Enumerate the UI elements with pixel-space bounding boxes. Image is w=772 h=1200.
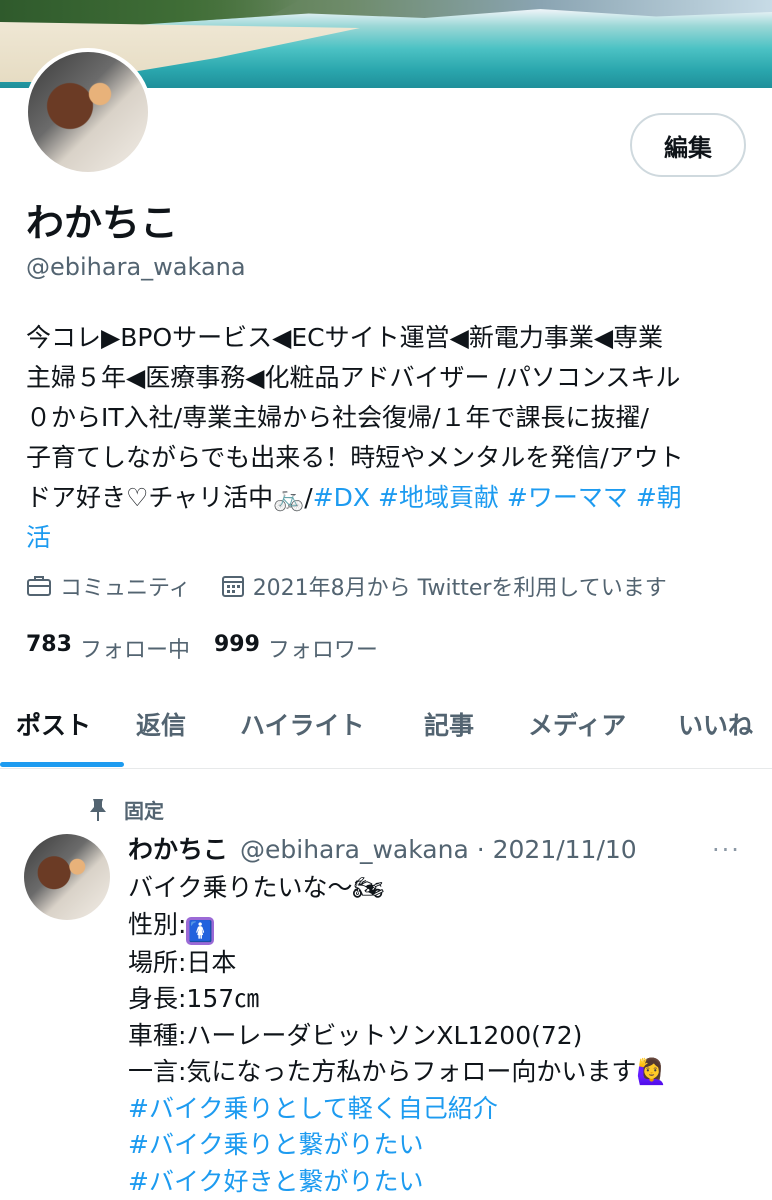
bio-line: 主婦５年◀︎医療事務◀︎化粧品アドバイザー /パソコンスキル — [26, 363, 681, 392]
hashtag-link[interactable]: #ワーママ — [507, 483, 628, 512]
tweet-line: 車種:ハーレーダビットソンXL1200(72) — [128, 1020, 583, 1050]
hashtag-link[interactable]: #バイク乗りとして軽く自己紹介 — [128, 1091, 758, 1128]
tweet-line: 場所:日本 — [128, 947, 237, 977]
tweet-line-text: 性別: — [128, 909, 187, 939]
profile-avatar[interactable] — [24, 48, 152, 176]
hashtag-link[interactable]: #朝 — [636, 483, 682, 512]
profile-meta: コミュニティ 2021年8月から Twitterを利用しています — [26, 570, 697, 602]
tweet-line: 性別:🚺 — [128, 907, 758, 945]
tab-likes[interactable]: いいね — [678, 706, 753, 742]
hashtag-link[interactable]: #バイク好きと繋がりたい — [128, 1164, 758, 1200]
tweet-line: 一言:気になった方私からフォロー向かいます🙋‍♀️ — [128, 1057, 668, 1086]
follow-stats: 783 フォロー中 999 フォロワー — [26, 632, 402, 664]
bio-text: ドア好き♡チャリ活中🚲/ — [26, 483, 313, 512]
tab-highlights[interactable]: ハイライト — [240, 706, 365, 742]
tweet-line: 身長:157㎝ — [128, 984, 260, 1013]
hashtag-link[interactable]: #バイク乗りと繋がりたい — [128, 1127, 758, 1164]
tweet-author-name[interactable]: わかちこ — [128, 830, 228, 866]
tab-replies[interactable]: 返信 — [136, 706, 186, 742]
female-sign-emoji: 🚺 — [186, 916, 215, 945]
hashtag-link[interactable]: #DX — [313, 483, 370, 512]
hashtag-link[interactable]: #地域貢献 — [378, 483, 499, 512]
bio-line: ０からIT入社/専業主婦から社会復帰/１年で課長に抜擢/ — [26, 403, 649, 432]
calendar-icon — [221, 576, 244, 597]
bio-line: 子育てしながらでも出来る！時短やメンタルを発信/アウト — [26, 443, 684, 472]
following-label[interactable]: フォロー中 — [80, 632, 190, 664]
profile-category: コミュニティ — [26, 570, 191, 602]
bio-line: ドア好き♡チャリ活中🚲/#DX #地域貢献 #ワーママ #朝 — [26, 478, 756, 518]
category-label: コミュニティ — [60, 576, 191, 601]
followers-count[interactable]: 999 — [214, 632, 260, 664]
bio-line: 今コレ▶︎BPOサービス◀︎ECサイト運営◀︎新電力事業◀︎専業 — [26, 323, 664, 352]
joined-label: 2021年8月から Twitterを利用しています — [252, 576, 667, 601]
pinned-indicator: 固定 — [88, 795, 164, 824]
profile-tabs: ポスト 返信 ハイライト 記事 メディア いいね — [0, 680, 772, 769]
tweet-body: バイク乗りたいな〜🏍 性別:🚺 場所:日本 身長:157㎝ 車種:ハーレーダビッ… — [128, 870, 758, 1200]
pinned-label: 固定 — [124, 799, 164, 823]
tweet-handle-date[interactable]: @ebihara_wakana · 2021/11/10 — [240, 835, 637, 864]
following-count[interactable]: 783 — [26, 632, 72, 664]
hashtag-link-continuation[interactable]: 活 — [26, 518, 756, 558]
edit-profile-button[interactable]: 編集 — [630, 113, 746, 177]
briefcase-icon — [27, 576, 51, 596]
profile-joined: 2021年8月から Twitterを利用しています — [221, 570, 667, 602]
tab-articles[interactable]: 記事 — [424, 706, 474, 742]
tweet-avatar[interactable] — [24, 834, 110, 920]
tab-posts[interactable]: ポスト — [16, 706, 91, 742]
tab-media[interactable]: メディア — [528, 706, 626, 742]
active-tab-indicator — [0, 762, 124, 767]
followers-label[interactable]: フォロワー — [268, 632, 378, 664]
more-options-icon[interactable]: ··· — [712, 836, 741, 864]
profile-name: わかちこ — [26, 201, 179, 245]
profile-handle: @ebihara_wakana — [26, 253, 246, 281]
tweet-line: バイク乗りたいな〜🏍 — [128, 873, 385, 902]
tweet-header: わかちこ @ebihara_wakana · 2021/11/10 — [128, 830, 637, 866]
pin-icon — [90, 798, 106, 821]
profile-bio: 今コレ▶︎BPOサービス◀︎ECサイト運営◀︎新電力事業◀︎専業 主婦５年◀︎医療… — [26, 318, 756, 558]
